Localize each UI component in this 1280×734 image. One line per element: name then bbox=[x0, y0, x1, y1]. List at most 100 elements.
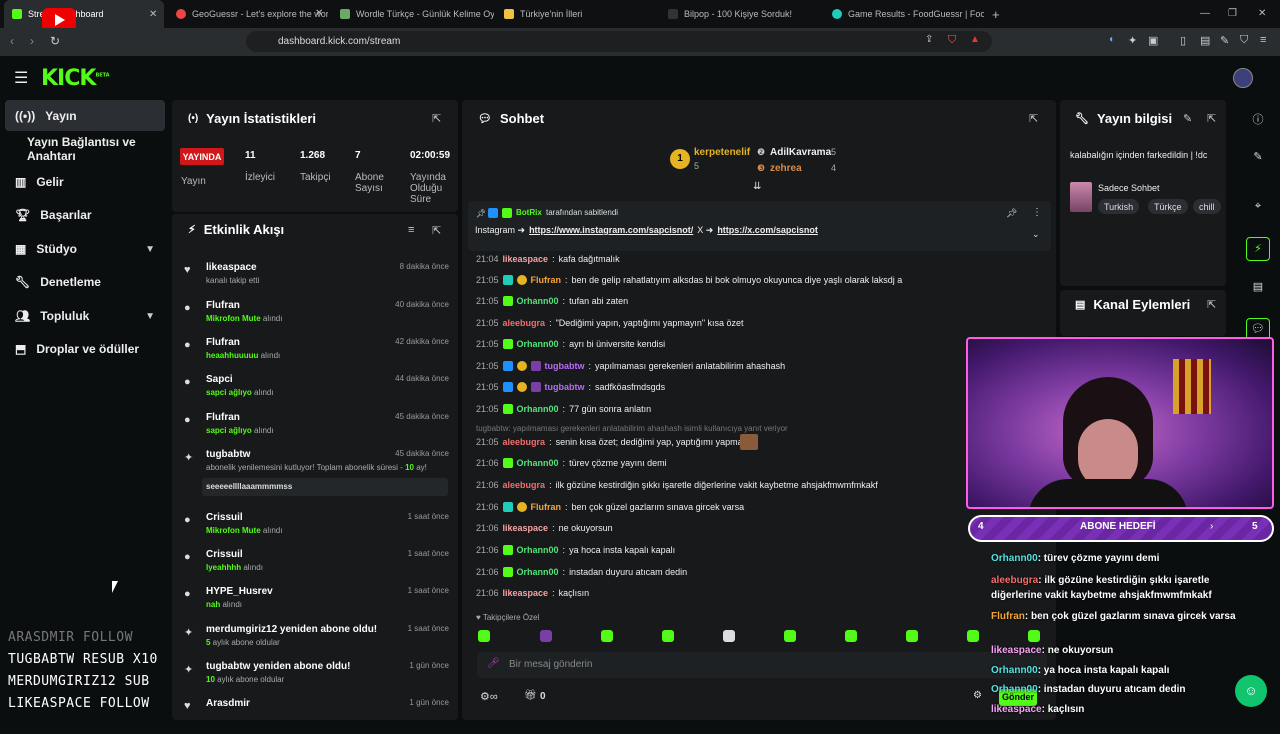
brave-shield-icon[interactable]: ⛉ bbox=[948, 34, 956, 47]
chat-input[interactable]: 🎤︎ Bir mesaj gönderin bbox=[477, 652, 1047, 678]
hamburger-menu-icon[interactable]: ☰ bbox=[14, 68, 28, 88]
chat-message[interactable]: 21:05 Flufran: ben de gelip rahatlatıyım a… bbox=[476, 275, 902, 285]
emote-icon[interactable] bbox=[906, 630, 918, 642]
sidebar-item-denetleme[interactable]: 🔧︎ Denetleme bbox=[5, 267, 165, 297]
reload-icon[interactable]: ↻ bbox=[50, 34, 60, 48]
emote-icon[interactable] bbox=[967, 630, 979, 642]
tag-pill[interactable]: Turkish bbox=[1098, 199, 1140, 214]
message-user[interactable]: likeaspace bbox=[503, 588, 549, 598]
tag-pill[interactable]: Türkçe bbox=[1148, 199, 1188, 214]
emote-icon[interactable] bbox=[784, 630, 796, 642]
forward-icon[interactable]: › bbox=[30, 34, 34, 48]
sidebar-toggle-icon[interactable]: ▯ bbox=[1180, 34, 1186, 47]
chat-message[interactable]: 21:06 likeaspace: ne okuyorsun bbox=[476, 523, 613, 533]
message-user[interactable]: Orhann00 bbox=[517, 296, 559, 306]
message-user[interactable]: Flufran bbox=[531, 275, 562, 285]
close-window-icon[interactable]: ✕ bbox=[1258, 8, 1266, 19]
chat-message[interactable]: 21:06 Orhann00: instadan duyuru atıcam ded… bbox=[476, 567, 687, 577]
sidebar-item-stream-key[interactable]: Yayın Bağlantısı ve Anahtarı bbox=[5, 134, 165, 164]
expand-gifters-icon[interactable]: ⇊ bbox=[753, 181, 761, 192]
emote-icon[interactable] bbox=[845, 630, 857, 642]
gift-icon[interactable]: 🎁︎ bbox=[524, 690, 537, 701]
message-user[interactable]: likeaspace bbox=[503, 523, 549, 533]
wallet-icon[interactable]: ▤ bbox=[1200, 34, 1210, 47]
message-user[interactable]: Flufran bbox=[531, 502, 562, 512]
sidebar-item-topluluk[interactable]: 👥︎ Topluluk ▼ bbox=[5, 301, 165, 331]
chat-message[interactable]: 21:06 Orhann00: ya hoca insta kapalı kapal… bbox=[476, 545, 675, 555]
avatar[interactable] bbox=[1233, 68, 1253, 88]
popout-icon[interactable]: ⇱ bbox=[1029, 112, 1038, 125]
unpin-icon[interactable]: 📌︎ bbox=[1006, 208, 1017, 219]
vpn-icon[interactable]: ⛉ bbox=[1240, 34, 1248, 47]
chat-message[interactable]: 21:06 likeaspace: kaçlısın bbox=[476, 588, 589, 598]
message-user[interactable]: Orhann00 bbox=[517, 404, 559, 414]
chat-message[interactable]: 21:05 Orhann00: ayrı bi üniversite kendisi bbox=[476, 339, 665, 349]
message-user[interactable]: aleebugra bbox=[503, 318, 546, 328]
extensions-puzzle-icon[interactable]: ✦ bbox=[1128, 34, 1137, 47]
info-icon[interactable]: ⓘ bbox=[1250, 111, 1266, 127]
close-tab-icon[interactable]: ✕ bbox=[149, 9, 157, 20]
chat-message[interactable]: 21:05 aleebugra: senin kısa özet; dediğimi… bbox=[476, 437, 743, 447]
x-link[interactable]: https://x.com/sapcisnot bbox=[717, 225, 818, 236]
emote-icon[interactable] bbox=[1028, 630, 1040, 642]
tab-stream-dashboard[interactable]: Stream Dashboard ✕ bbox=[4, 0, 164, 28]
notes-icon[interactable]: ▤ bbox=[1250, 280, 1266, 296]
target-icon[interactable]: ⌖ bbox=[1250, 200, 1266, 216]
new-tab-icon[interactable]: + bbox=[992, 7, 1000, 22]
media-icon[interactable]: ▣ bbox=[1148, 34, 1158, 47]
message-user[interactable]: aleebugra bbox=[503, 437, 546, 447]
sidebar-item-yayin[interactable]: ((•)) Yayın bbox=[5, 100, 165, 131]
chat-tools-icon[interactable]: ⚙∞ bbox=[480, 690, 498, 703]
chat-message[interactable]: 21:05 Orhann00: tufan abi zaten bbox=[476, 296, 628, 306]
popout-icon[interactable]: ⇱ bbox=[1207, 112, 1216, 125]
chat-message[interactable]: 21:05 tugbabtw: sadfköasfmdsgds bbox=[476, 382, 665, 392]
chat-message[interactable]: 21:06 aleebugra: ilk gözüne kestirdiğin şı… bbox=[476, 480, 878, 490]
chat-message[interactable]: 21:04 likeaspace: kafa dağıtmalık bbox=[476, 254, 620, 264]
message-user[interactable]: aleebugra bbox=[503, 480, 546, 490]
filter-icon[interactable]: ≡ bbox=[408, 224, 414, 236]
tab-geoguessr[interactable]: GeoGuessr - Let's explore the world! bbox=[168, 0, 328, 28]
maximize-icon[interactable]: ❐ bbox=[1228, 8, 1237, 19]
chat-message[interactable]: 21:06 Orhann00: türev çözme yayını demi bbox=[476, 458, 667, 468]
chevron-down-icon[interactable]: ⌄ bbox=[1032, 229, 1040, 240]
message-user[interactable]: tugbabtw bbox=[545, 382, 585, 392]
popout-icon[interactable]: ⇱ bbox=[1207, 298, 1216, 311]
message-user[interactable]: Orhann00 bbox=[517, 545, 559, 555]
edit-icon[interactable]: ✎ bbox=[1250, 150, 1266, 166]
close-tab-icon[interactable]: ✕ bbox=[315, 8, 323, 19]
tag-pill[interactable]: chill bbox=[1193, 199, 1221, 214]
menu-icon[interactable]: ≡ bbox=[1260, 34, 1266, 46]
back-icon[interactable]: ‹ bbox=[10, 34, 14, 48]
tab-bilpop[interactable]: Bilpop - 100 Kişiye Sorduk! bbox=[660, 0, 820, 28]
support-chat-icon[interactable]: ☺ bbox=[1235, 675, 1267, 707]
emote-icon[interactable] bbox=[478, 630, 490, 642]
chat-message[interactable]: 21:05 aleebugra: "Dediğimi yapın, yaptığım… bbox=[476, 318, 744, 328]
sidebar-item-studyo[interactable]: ▦ Stüdyo ▼ bbox=[5, 234, 165, 264]
address-bar[interactable]: dashboard.kick.com/stream bbox=[246, 31, 992, 52]
popout-icon[interactable]: ⇱ bbox=[432, 112, 441, 125]
message-user[interactable]: tugbabtw bbox=[545, 361, 585, 371]
emote-icon[interactable] bbox=[540, 630, 552, 642]
leo-icon[interactable]: ✎ bbox=[1220, 34, 1229, 47]
chat-message[interactable]: 21:06 Flufran: ben çok güzel gazlarım sına… bbox=[476, 502, 744, 512]
sidebar-item-basarilar[interactable]: 🏆︎ Başarılar bbox=[5, 200, 165, 230]
instagram-link[interactable]: https://www.instagram.com/sapcisnot/ bbox=[529, 225, 693, 236]
message-user[interactable]: Orhann00 bbox=[517, 458, 559, 468]
quick-actions-icon[interactable]: ⚡︎ bbox=[1246, 237, 1270, 261]
tab-turkiye-illeri[interactable]: Türkiye'nin İlleri bbox=[496, 0, 656, 28]
share-icon[interactable]: ⇪ bbox=[925, 34, 933, 45]
emote-icon[interactable] bbox=[601, 630, 613, 642]
tab-foodguessr[interactable]: Game Results - FoodGuessr | FoodGu bbox=[824, 0, 984, 28]
popout-icon[interactable]: ⇱ bbox=[432, 224, 441, 237]
extension-icon[interactable]: ◖ bbox=[1108, 34, 1114, 45]
sidebar-item-droplar[interactable]: ⬒ Droplar ve ödüller bbox=[5, 334, 165, 364]
minimize-icon[interactable]: — bbox=[1200, 8, 1210, 19]
microphone-icon[interactable]: 🎤︎ bbox=[487, 658, 500, 669]
sidebar-item-gelir[interactable]: ▥ Gelir bbox=[5, 167, 165, 197]
tab-wordle[interactable]: Wordle Türkçe - Günlük Kelime Oyun bbox=[332, 0, 494, 28]
rewards-icon[interactable]: ▲ bbox=[970, 34, 980, 45]
message-user[interactable]: Orhann00 bbox=[517, 567, 559, 577]
more-options-icon[interactable]: ⋮ bbox=[1032, 207, 1042, 218]
edit-icon[interactable]: ✎ bbox=[1183, 112, 1192, 125]
chat-message[interactable]: 21:05 tugbabtw: yapılmaması gerekenleri an… bbox=[476, 361, 785, 371]
